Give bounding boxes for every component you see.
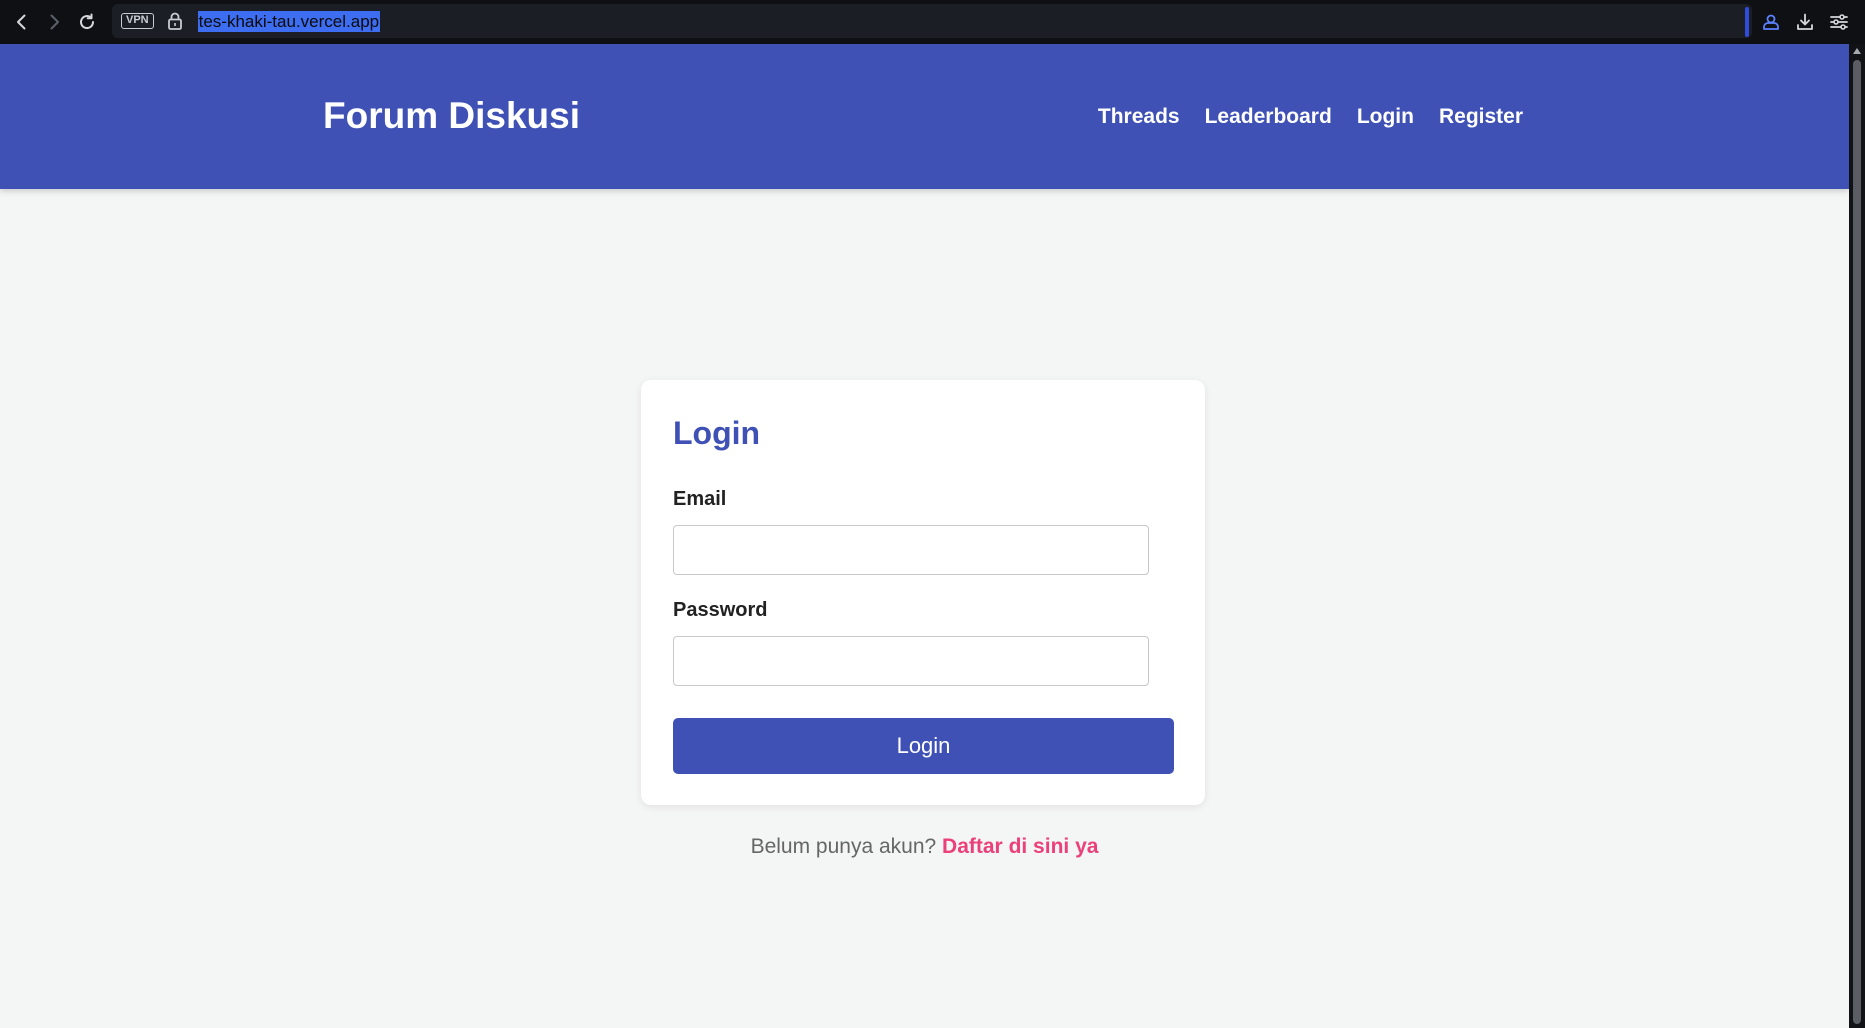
email-field[interactable]	[673, 525, 1149, 575]
register-prompt: Belum punya akun? Daftar di sini ya	[0, 834, 1849, 860]
page-scrollbar[interactable]	[1849, 44, 1865, 1028]
download-icon[interactable]	[1793, 10, 1817, 34]
lock-icon[interactable]	[166, 11, 184, 31]
nav-link-register[interactable]: Register	[1439, 104, 1523, 130]
login-title: Login	[673, 415, 761, 451]
nav-link-leaderboard[interactable]: Leaderboard	[1205, 104, 1332, 130]
browser-actions	[1745, 6, 1851, 38]
vpn-badge[interactable]: VPN	[121, 13, 154, 29]
scroll-up-arrow-icon[interactable]	[1853, 48, 1861, 54]
browser-toolbar: VPN tes-khaki-tau.vercel.app	[0, 0, 1865, 44]
login-card: Login Email Password Login	[641, 380, 1205, 805]
site-header: Forum Diskusi Threads Leaderboard Login …	[0, 44, 1849, 189]
forward-arrow-icon[interactable]	[38, 6, 70, 38]
password-field[interactable]	[673, 636, 1149, 686]
profile-icon[interactable]	[1759, 10, 1783, 34]
reload-icon[interactable]	[71, 6, 103, 38]
register-link[interactable]: Daftar di sini ya	[942, 835, 1098, 858]
settings-sliders-icon[interactable]	[1827, 10, 1851, 34]
back-arrow-icon[interactable]	[6, 6, 38, 38]
main-nav: Threads Leaderboard Login Register	[1098, 104, 1523, 130]
url-text[interactable]: tes-khaki-tau.vercel.app	[197, 10, 381, 32]
accent-divider	[1745, 7, 1749, 37]
login-submit-button[interactable]: Login	[673, 718, 1174, 774]
register-prompt-text: Belum punya akun?	[750, 835, 937, 858]
site-brand[interactable]: Forum Diskusi	[323, 94, 580, 138]
scroll-thumb[interactable]	[1853, 60, 1861, 1024]
nav-link-login[interactable]: Login	[1357, 104, 1414, 130]
password-label: Password	[673, 599, 768, 621]
address-bar[interactable]: VPN tes-khaki-tau.vercel.app	[112, 4, 1752, 38]
nav-link-threads[interactable]: Threads	[1098, 104, 1180, 130]
email-label: Email	[673, 488, 727, 510]
